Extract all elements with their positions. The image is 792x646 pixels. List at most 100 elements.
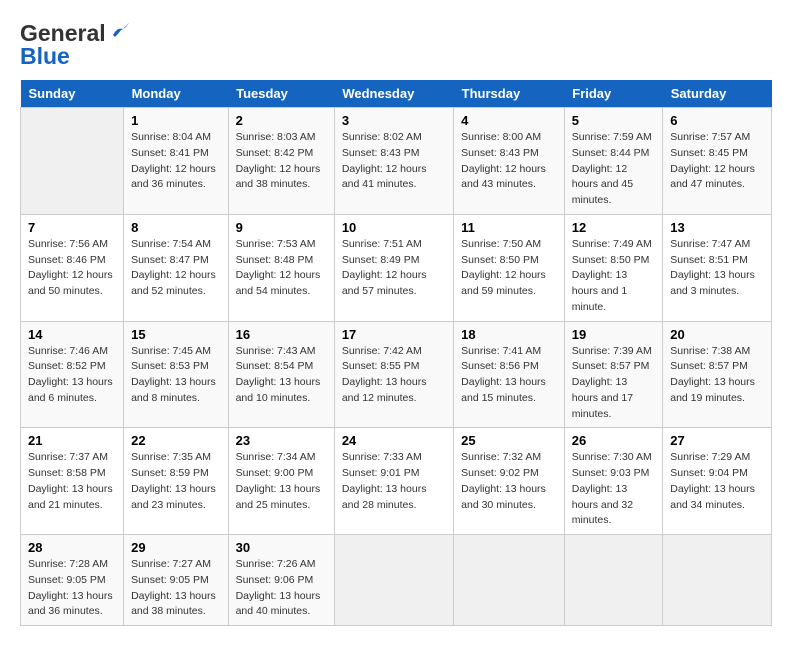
day-number: 29: [131, 540, 221, 555]
day-number: 25: [461, 433, 557, 448]
col-tuesday: Tuesday: [228, 80, 334, 108]
calendar-cell: 4Sunrise: 8:00 AMSunset: 8:43 PMDaylight…: [454, 108, 565, 215]
calendar-cell: 1 Sunrise: 8:04 AMSunset: 8:41 PMDaylight…: [124, 108, 229, 215]
calendar-cell: 11 Sunrise: 7:50 AMSunset: 8:50 PMDayligh…: [454, 214, 565, 321]
day-number: 9: [236, 220, 327, 235]
day-info: Sunrise: 7:30 AMSunset: 9:03 PMDaylight:…: [572, 450, 655, 529]
col-sunday: Sunday: [21, 80, 124, 108]
day-info: Sunrise: 7:37 AMSunset: 8:58 PMDaylight:…: [28, 450, 116, 513]
day-number: 23: [236, 433, 327, 448]
day-number: 6: [670, 113, 764, 128]
calendar-week-row: 14 Sunrise: 7:46 AMSunset: 8:52 PMDayligh…: [21, 321, 772, 428]
day-number: 13: [670, 220, 764, 235]
day-info: Sunrise: 7:53 AMSunset: 8:48 PMDaylight:…: [236, 237, 327, 300]
logo-blue: Blue: [20, 43, 131, 70]
logo: General Blue: [20, 20, 131, 70]
calendar-week-row: 21 Sunrise: 7:37 AMSunset: 8:58 PMDayligh…: [21, 428, 772, 535]
col-thursday: Thursday: [454, 80, 565, 108]
calendar-week-row: 1 Sunrise: 8:04 AMSunset: 8:41 PMDaylight…: [21, 108, 772, 215]
day-number: 18: [461, 327, 557, 342]
calendar-cell: 9 Sunrise: 7:53 AMSunset: 8:48 PMDaylight…: [228, 214, 334, 321]
day-number: 28: [28, 540, 116, 555]
day-info: Sunrise: 7:54 AMSunset: 8:47 PMDaylight:…: [131, 237, 221, 300]
day-number: 21: [28, 433, 116, 448]
day-info: Sunrise: 7:57 AMSunset: 8:45 PMDaylight:…: [670, 130, 764, 193]
calendar-cell: 14 Sunrise: 7:46 AMSunset: 8:52 PMDayligh…: [21, 321, 124, 428]
calendar-cell: 6 Sunrise: 7:57 AMSunset: 8:45 PMDaylight…: [663, 108, 772, 215]
calendar-cell: 2 Sunrise: 8:03 AMSunset: 8:42 PMDaylight…: [228, 108, 334, 215]
day-number: 11: [461, 220, 557, 235]
day-number: 15: [131, 327, 221, 342]
day-info: Sunrise: 7:56 AMSunset: 8:46 PMDaylight:…: [28, 237, 116, 300]
col-saturday: Saturday: [663, 80, 772, 108]
calendar-cell: 18 Sunrise: 7:41 AMSunset: 8:56 PMDayligh…: [454, 321, 565, 428]
day-info: Sunrise: 7:46 AMSunset: 8:52 PMDaylight:…: [28, 344, 116, 407]
calendar-cell: 16 Sunrise: 7:43 AMSunset: 8:54 PMDayligh…: [228, 321, 334, 428]
calendar-cell: 13 Sunrise: 7:47 AMSunset: 8:51 PMDayligh…: [663, 214, 772, 321]
calendar-cell: 22Sunrise: 7:35 AMSunset: 8:59 PMDayligh…: [124, 428, 229, 535]
calendar-cell: 12Sunrise: 7:49 AMSunset: 8:50 PMDayligh…: [564, 214, 662, 321]
col-friday: Friday: [564, 80, 662, 108]
day-info: Sunrise: 7:41 AMSunset: 8:56 PMDaylight:…: [461, 344, 557, 407]
calendar-week-row: 7 Sunrise: 7:56 AMSunset: 8:46 PMDaylight…: [21, 214, 772, 321]
day-number: 30: [236, 540, 327, 555]
day-number: 10: [342, 220, 446, 235]
day-info: Sunrise: 7:47 AMSunset: 8:51 PMDaylight:…: [670, 237, 764, 300]
day-number: 2: [236, 113, 327, 128]
calendar-cell: 10 Sunrise: 7:51 AMSunset: 8:49 PMDayligh…: [334, 214, 453, 321]
calendar-cell: 3 Sunrise: 8:02 AMSunset: 8:43 PMDaylight…: [334, 108, 453, 215]
calendar-cell: 5 Sunrise: 7:59 AMSunset: 8:44 PMDaylight…: [564, 108, 662, 215]
day-info: Sunrise: 7:50 AMSunset: 8:50 PMDaylight:…: [461, 237, 557, 300]
day-number: 12: [572, 220, 655, 235]
calendar-cell: 21 Sunrise: 7:37 AMSunset: 8:58 PMDayligh…: [21, 428, 124, 535]
page-header: General Blue: [20, 20, 772, 70]
day-number: 20: [670, 327, 764, 342]
day-info: Sunrise: 7:27 AMSunset: 9:05 PMDaylight:…: [131, 557, 221, 620]
day-number: 5: [572, 113, 655, 128]
calendar-header-row: Sunday Monday Tuesday Wednesday Thursday…: [21, 80, 772, 108]
day-info: Sunrise: 7:29 AMSunset: 9:04 PMDaylight:…: [670, 450, 764, 513]
day-info: Sunrise: 7:51 AMSunset: 8:49 PMDaylight:…: [342, 237, 446, 300]
calendar-cell: 19Sunrise: 7:39 AMSunset: 8:57 PMDayligh…: [564, 321, 662, 428]
calendar-cell: 7 Sunrise: 7:56 AMSunset: 8:46 PMDaylight…: [21, 214, 124, 321]
calendar-cell: 26 Sunrise: 7:30 AMSunset: 9:03 PMDayligh…: [564, 428, 662, 535]
col-monday: Monday: [124, 80, 229, 108]
day-info: Sunrise: 7:32 AMSunset: 9:02 PMDaylight:…: [461, 450, 557, 513]
day-number: 3: [342, 113, 446, 128]
calendar-cell: 27 Sunrise: 7:29 AMSunset: 9:04 PMDayligh…: [663, 428, 772, 535]
calendar-cell: 17 Sunrise: 7:42 AMSunset: 8:55 PMDayligh…: [334, 321, 453, 428]
day-info: Sunrise: 7:45 AMSunset: 8:53 PMDaylight:…: [131, 344, 221, 407]
calendar-cell: 8 Sunrise: 7:54 AMSunset: 8:47 PMDaylight…: [124, 214, 229, 321]
logo-bird-icon: [109, 21, 131, 43]
day-number: 16: [236, 327, 327, 342]
day-number: 24: [342, 433, 446, 448]
calendar-cell: 23 Sunrise: 7:34 AMSunset: 9:00 PMDayligh…: [228, 428, 334, 535]
day-number: 19: [572, 327, 655, 342]
day-number: 7: [28, 220, 116, 235]
day-info: Sunrise: 7:28 AMSunset: 9:05 PMDaylight:…: [28, 557, 116, 620]
calendar-cell: 15 Sunrise: 7:45 AMSunset: 8:53 PMDayligh…: [124, 321, 229, 428]
day-info: Sunrise: 7:33 AMSunset: 9:01 PMDaylight:…: [342, 450, 446, 513]
day-info: Sunrise: 7:34 AMSunset: 9:00 PMDaylight:…: [236, 450, 327, 513]
day-info: Sunrise: 8:04 AMSunset: 8:41 PMDaylight:…: [131, 130, 221, 193]
calendar-table: Sunday Monday Tuesday Wednesday Thursday…: [20, 80, 772, 626]
day-info: Sunrise: 7:59 AMSunset: 8:44 PMDaylight:…: [572, 130, 655, 209]
day-number: 8: [131, 220, 221, 235]
day-info: Sunrise: 7:42 AMSunset: 8:55 PMDaylight:…: [342, 344, 446, 407]
day-number: 27: [670, 433, 764, 448]
calendar-cell: 24 Sunrise: 7:33 AMSunset: 9:01 PMDayligh…: [334, 428, 453, 535]
day-number: 1: [131, 113, 221, 128]
calendar-cell: 20 Sunrise: 7:38 AMSunset: 8:57 PMDayligh…: [663, 321, 772, 428]
day-info: Sunrise: 8:00 AMSunset: 8:43 PMDaylight:…: [461, 130, 557, 193]
day-number: 26: [572, 433, 655, 448]
day-number: 14: [28, 327, 116, 342]
day-info: Sunrise: 7:43 AMSunset: 8:54 PMDaylight:…: [236, 344, 327, 407]
day-info: Sunrise: 8:03 AMSunset: 8:42 PMDaylight:…: [236, 130, 327, 193]
day-number: 22: [131, 433, 221, 448]
day-info: Sunrise: 8:02 AMSunset: 8:43 PMDaylight:…: [342, 130, 446, 193]
day-info: Sunrise: 7:26 AMSunset: 9:06 PMDaylight:…: [236, 557, 327, 620]
calendar-cell: 25 Sunrise: 7:32 AMSunset: 9:02 PMDayligh…: [454, 428, 565, 535]
day-number: 17: [342, 327, 446, 342]
day-info: Sunrise: 7:38 AMSunset: 8:57 PMDaylight:…: [670, 344, 764, 407]
col-wednesday: Wednesday: [334, 80, 453, 108]
